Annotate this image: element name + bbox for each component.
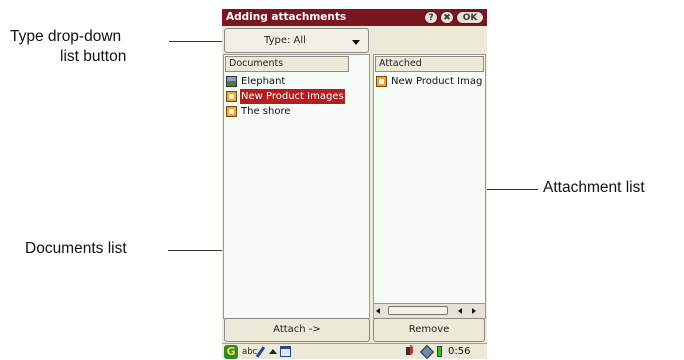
up-arrow-icon[interactable] xyxy=(269,349,277,354)
list-item[interactable]: The shore xyxy=(225,104,365,119)
scroll-thumb[interactable] xyxy=(388,306,448,315)
documents-list-callout: Documents list xyxy=(25,240,127,257)
list-item-label: New Product Imag xyxy=(391,76,483,87)
list-item-label: The shore xyxy=(241,106,291,117)
document-icon xyxy=(226,91,237,102)
window-icon[interactable] xyxy=(280,346,291,357)
status-bar: G abc 0:56 xyxy=(222,343,487,359)
type-dropdown-leader xyxy=(169,41,225,42)
ok-button[interactable]: OK xyxy=(456,11,484,24)
type-dropdown-callout: Type drop-down list button xyxy=(10,27,170,67)
speaker-icon[interactable] xyxy=(406,345,413,355)
documents-column-header[interactable]: Documents xyxy=(225,56,349,72)
network-icon[interactable] xyxy=(419,344,435,359)
document-icon xyxy=(376,76,387,87)
attachment-list[interactable]: Attached New Product Imag xyxy=(373,54,486,319)
clock: 0:56 xyxy=(448,346,471,357)
list-item-label: New Product Images xyxy=(240,89,345,104)
type-dropdown-button[interactable]: Type: All xyxy=(224,28,369,53)
list-item-label: Elephant xyxy=(241,76,286,87)
attachment-list-callout: Attachment list xyxy=(543,179,645,196)
scroll-right-icon[interactable] xyxy=(472,308,476,314)
close-button[interactable]: ✖ xyxy=(440,11,454,24)
dropdown-arrow-icon xyxy=(352,40,360,45)
list-item[interactable]: Elephant xyxy=(225,74,365,89)
horizontal-scrollbar[interactable] xyxy=(374,303,485,318)
attached-column-header[interactable]: Attached xyxy=(375,56,484,72)
list-item[interactable]: New Product Images xyxy=(225,89,365,104)
documents-list[interactable]: Documents Elephant New Product Images Th… xyxy=(223,54,370,319)
image-icon xyxy=(226,76,237,87)
attach-button[interactable]: Attach -> xyxy=(224,318,370,342)
scroll-left-icon[interactable] xyxy=(458,308,462,314)
list-item[interactable]: New Product Imag xyxy=(375,74,484,89)
type-dropdown-callout-line2: list button xyxy=(60,48,127,65)
device-screen: Adding attachments ? ✖ OK Type: All Docu… xyxy=(222,9,487,359)
battery-icon xyxy=(437,346,442,357)
document-icon xyxy=(226,106,237,117)
scroll-left-icon[interactable] xyxy=(376,308,380,314)
remove-button[interactable]: Remove xyxy=(373,318,485,342)
window-title: Adding attachments xyxy=(226,11,347,23)
menu-g-icon[interactable]: G xyxy=(224,345,238,359)
title-bar: Adding attachments ? ✖ OK xyxy=(222,9,487,26)
type-dropdown-callout-line1: Type drop-down xyxy=(10,28,122,45)
documents-list-leader xyxy=(168,250,226,251)
type-dropdown-label: Type: All xyxy=(264,35,306,46)
help-button[interactable]: ? xyxy=(424,11,438,24)
